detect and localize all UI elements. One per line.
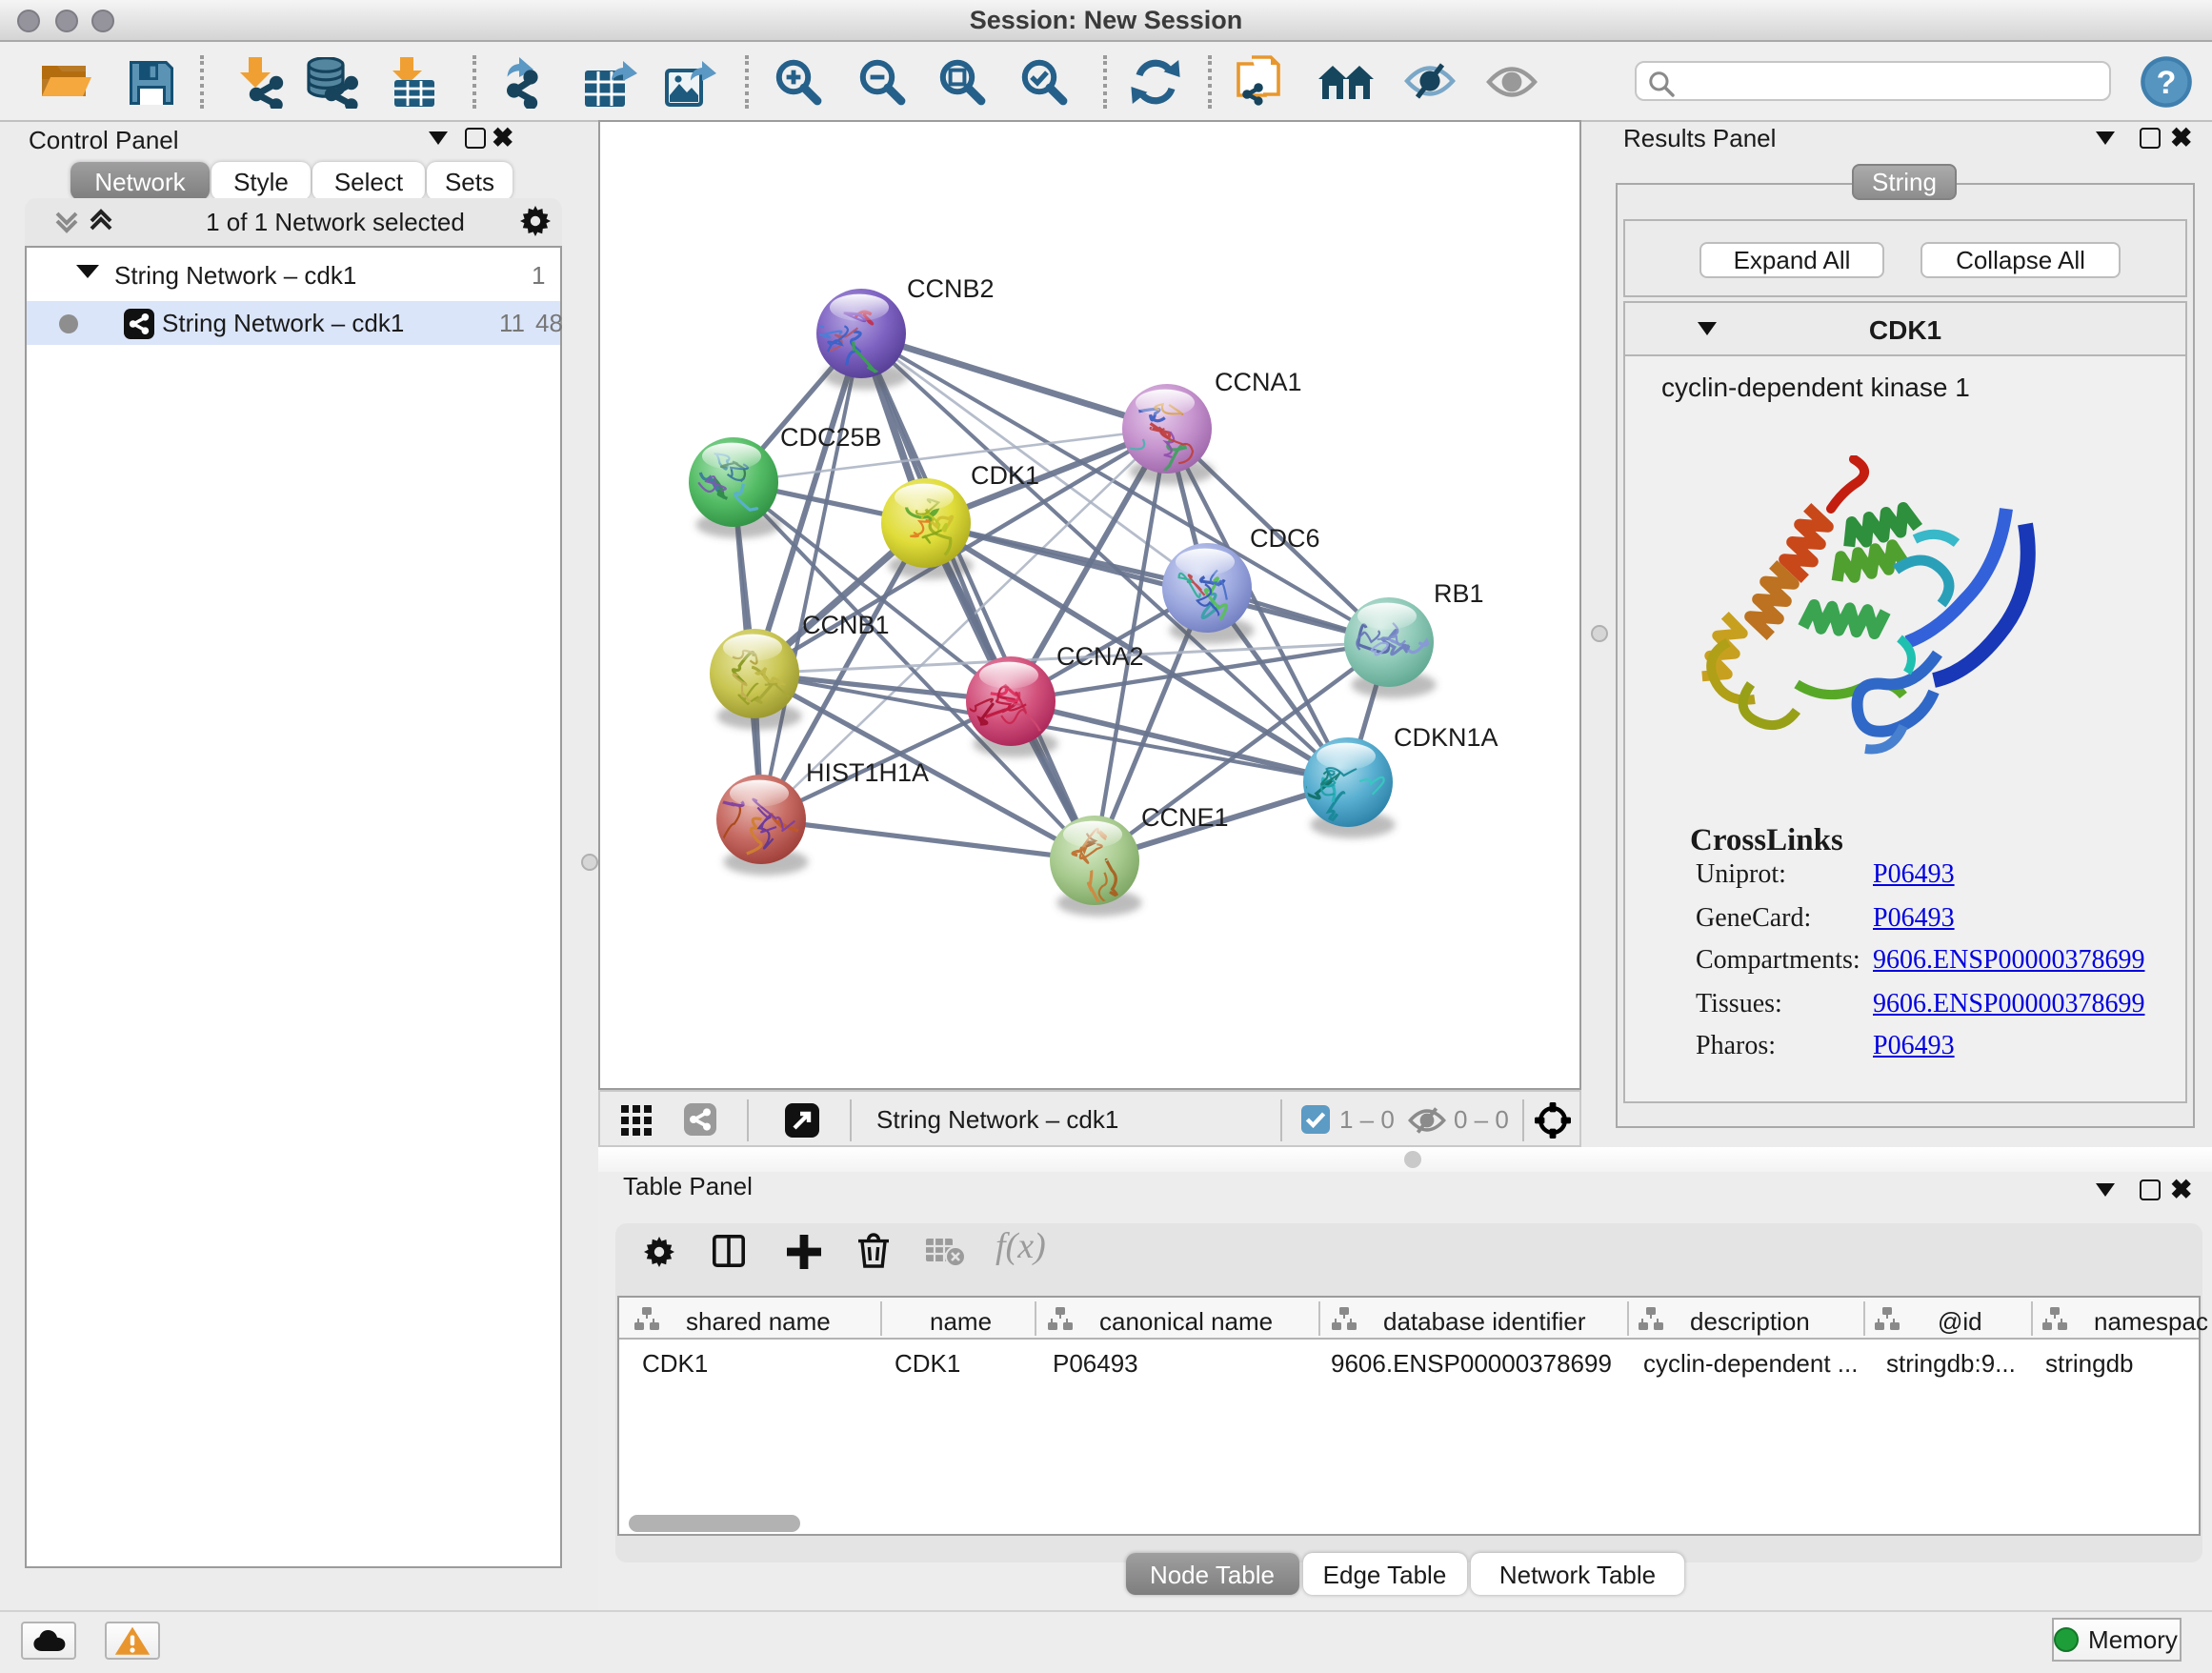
- svg-text:RB1: RB1: [1434, 579, 1484, 608]
- svg-text:CCNA2: CCNA2: [1056, 642, 1144, 671]
- svg-text:?: ?: [2157, 65, 2177, 101]
- svg-text:CCNA1: CCNA1: [1215, 368, 1302, 396]
- svg-text:CDC6: CDC6: [1250, 524, 1320, 553]
- svg-text:HIST1H1A: HIST1H1A: [806, 758, 929, 787]
- svg-text:CDKN1A: CDKN1A: [1394, 723, 1498, 752]
- svg-text:CCNB2: CCNB2: [907, 274, 995, 303]
- svg-text:CDK1: CDK1: [971, 461, 1039, 490]
- svg-text:CDC25B: CDC25B: [780, 423, 882, 452]
- svg-text:CCNE1: CCNE1: [1141, 803, 1229, 832]
- svg-text:CCNB1: CCNB1: [802, 611, 890, 639]
